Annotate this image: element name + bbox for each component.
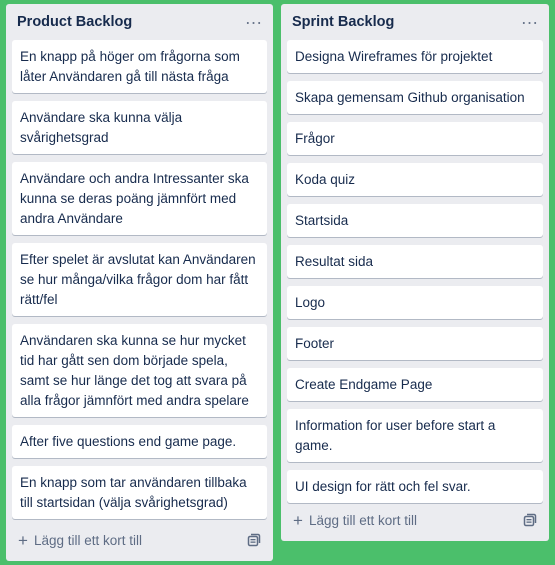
- card[interactable]: Skapa gemensam Github organisation: [287, 81, 543, 114]
- card[interactable]: Logo: [287, 286, 543, 319]
- card-list: En knapp på höger om frågorna som låter …: [6, 40, 273, 519]
- add-card-label: Lägg till ett kort till: [308, 512, 417, 528]
- list-header: Sprint Backlog …: [281, 4, 549, 40]
- more-horizontal-icon[interactable]: …: [521, 8, 540, 29]
- list-title[interactable]: Product Backlog: [17, 14, 132, 30]
- card[interactable]: Koda quiz: [287, 163, 543, 196]
- card[interactable]: Frågor: [287, 122, 543, 155]
- card[interactable]: Designa Wireframes för projektet: [287, 40, 543, 73]
- list-footer: + Lägg till ett kort till: [289, 505, 541, 535]
- card[interactable]: Startsida: [287, 204, 543, 237]
- list-title[interactable]: Sprint Backlog: [292, 14, 394, 30]
- card-template-icon[interactable]: [247, 533, 261, 547]
- card[interactable]: Användare och andra Intressanter ska kun…: [12, 162, 267, 235]
- card[interactable]: En knapp som tar användaren tillbaka til…: [12, 466, 267, 519]
- card[interactable]: Användaren ska kunna se hur mycket tid h…: [12, 324, 267, 417]
- plus-icon: +: [293, 510, 303, 530]
- card[interactable]: UI design for rätt och fel svar.: [287, 470, 543, 503]
- card[interactable]: En knapp på höger om frågorna som låter …: [12, 40, 267, 93]
- list-sprint-backlog: Sprint Backlog … Designa Wireframes för …: [281, 4, 549, 541]
- more-horizontal-icon[interactable]: …: [245, 8, 264, 29]
- add-card-label: Lägg till ett kort till: [33, 532, 142, 548]
- card[interactable]: Användare ska kunna välja svårighetsgrad: [12, 101, 267, 154]
- card[interactable]: After five questions end game page.: [12, 425, 267, 458]
- plus-icon: +: [18, 530, 28, 550]
- card[interactable]: Create Endgame Page: [287, 368, 543, 401]
- card[interactable]: Information for user before start a game…: [287, 409, 543, 462]
- add-card-button[interactable]: + Lägg till ett kort till: [289, 512, 417, 529]
- card[interactable]: Efter spelet är avslutat kan Användaren …: [12, 243, 267, 316]
- list-header: Product Backlog …: [6, 4, 273, 40]
- add-card-button[interactable]: + Lägg till ett kort till: [14, 532, 142, 549]
- card[interactable]: Resultat sida: [287, 245, 543, 278]
- card[interactable]: Footer: [287, 327, 543, 360]
- card-template-icon[interactable]: [523, 513, 537, 527]
- card-list: Designa Wireframes för projektet Skapa g…: [281, 40, 549, 503]
- list-product-backlog: Product Backlog … En knapp på höger om f…: [6, 4, 273, 561]
- list-footer: + Lägg till ett kort till: [14, 525, 265, 555]
